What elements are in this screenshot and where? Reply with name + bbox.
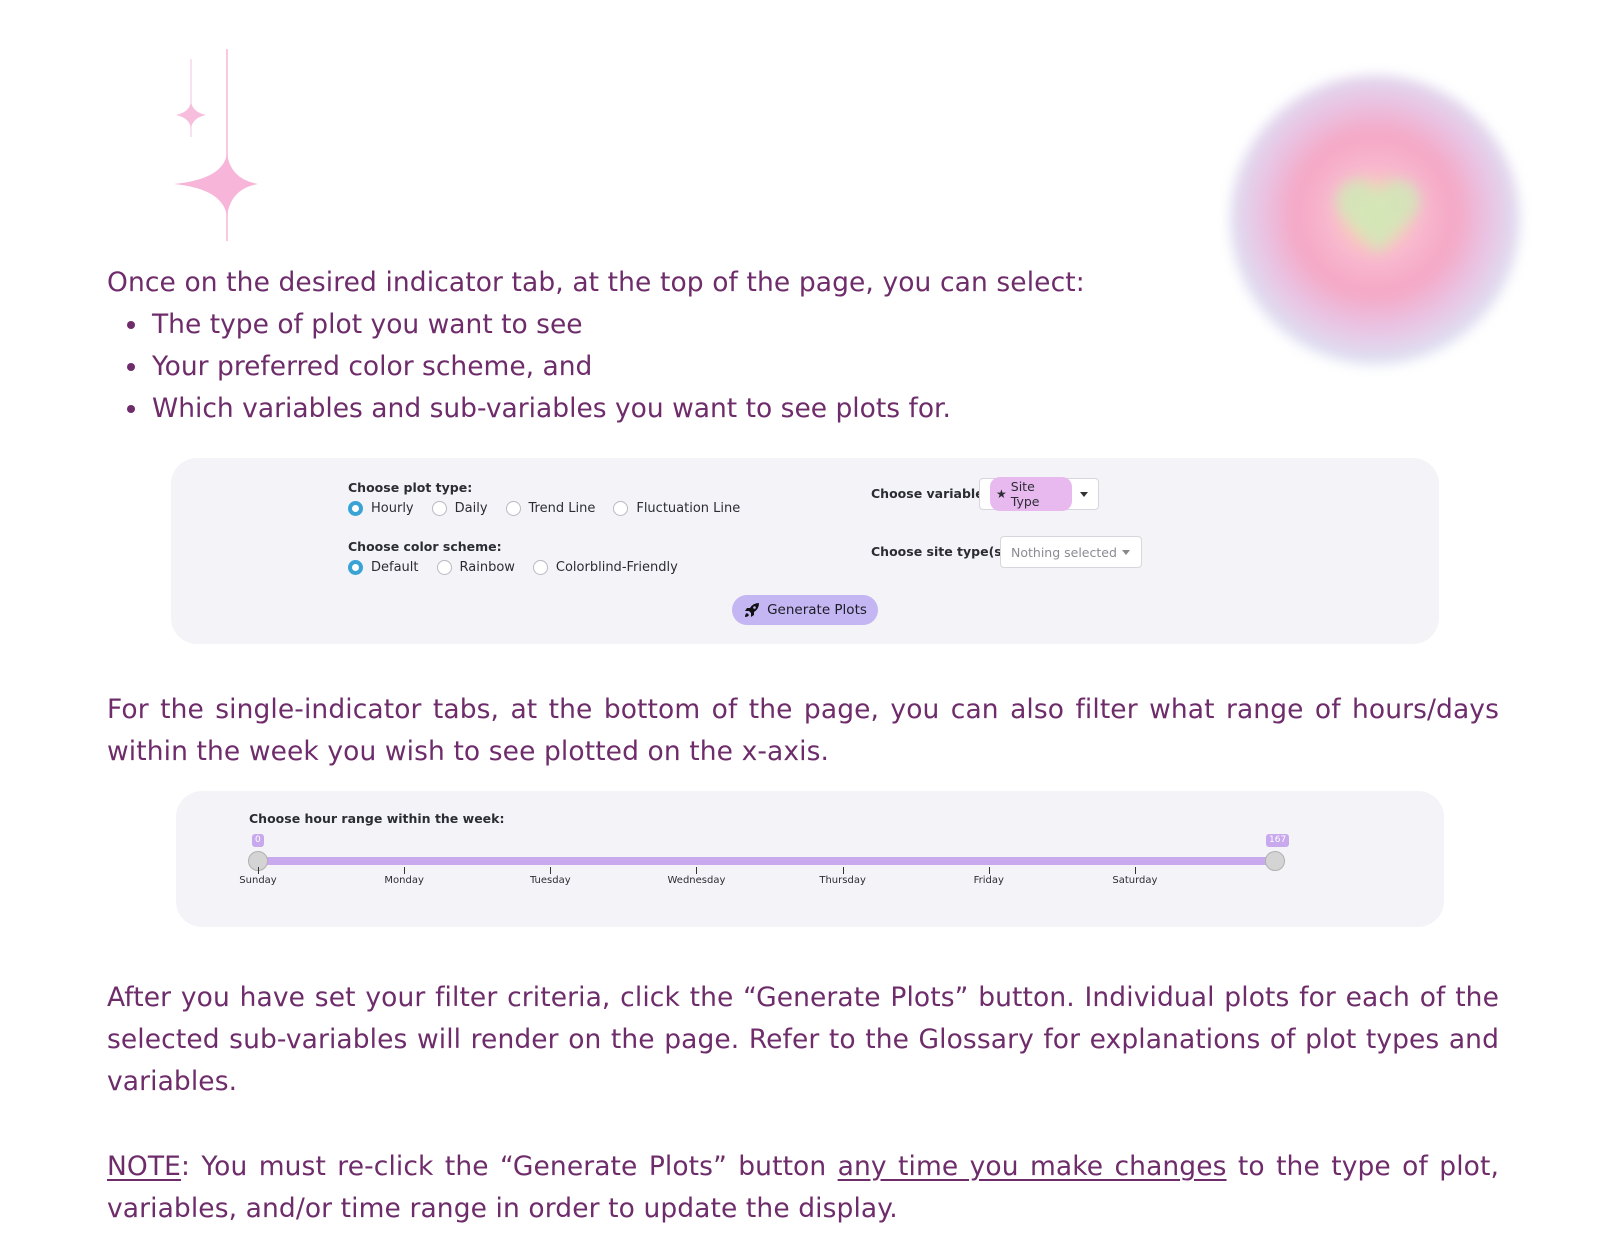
variable-label: Choose variable: <box>871 486 989 501</box>
options-list: The type of plot you want to see Your pr… <box>125 304 951 430</box>
radio-unchecked-icon <box>436 560 452 575</box>
note-text: NOTE: You must re-click the “Generate Pl… <box>107 1151 1499 1224</box>
chevron-down-icon <box>1121 549 1130 555</box>
generate-plots-button[interactable]: Generate Plots <box>732 595 878 625</box>
radio-daily[interactable]: Daily <box>431 501 488 516</box>
site-type-label: Choose site type(s): <box>871 544 1013 559</box>
radio-unchecked-icon <box>505 501 521 516</box>
slider-tick-label: Sunday <box>239 875 277 886</box>
controls-panel: Choose plot type: Hourly Daily Trend Lin… <box>171 458 1439 644</box>
slider-tick <box>696 867 698 874</box>
slider-tick <box>550 867 552 874</box>
hour-range-track[interactable] <box>258 857 1275 865</box>
heart-icon <box>1336 179 1420 253</box>
variable-select[interactable]: ★ Site Type <box>979 477 1099 511</box>
note-emphasis: any time you make changes <box>837 1151 1227 1182</box>
slider-tick-label: Monday <box>384 875 424 886</box>
slider-tick-label: Saturday <box>1112 875 1158 886</box>
radio-unchecked-icon <box>613 501 629 516</box>
note-label: NOTE <box>107 1151 182 1182</box>
radio-checked-icon <box>348 501 363 516</box>
radio-default[interactable]: Default <box>348 560 419 575</box>
slider-tick <box>404 867 406 874</box>
color-scheme-label: Choose color scheme: <box>348 539 502 554</box>
max-value-tag: 167 <box>1266 834 1290 847</box>
slider-tick <box>258 867 259 874</box>
radio-unchecked-icon <box>532 560 548 575</box>
variable-pill: ★ Site Type <box>990 477 1072 511</box>
chevron-down-icon <box>1080 491 1088 497</box>
max-handle[interactable] <box>1265 851 1285 871</box>
plot-type-radio-group: Hourly Daily Trend Line Fluctuation Line <box>348 501 758 516</box>
slider-tick <box>1134 867 1136 874</box>
star-icon: ★ <box>996 487 1007 501</box>
slider-tick <box>988 867 990 874</box>
slider-tick-label: Wednesday <box>667 875 726 886</box>
slider-tick-label: Thursday <box>819 875 866 886</box>
radio-hourly[interactable]: Hourly <box>348 501 414 516</box>
list-item: Your preferred color scheme, and <box>125 346 951 388</box>
radio-trend-line[interactable]: Trend Line <box>505 501 595 516</box>
generate-instructions-text: After you have set your filter criteria,… <box>107 982 1499 1097</box>
radio-checked-icon <box>348 560 363 575</box>
hour-range-panel: Choose hour range within the week: 0 167… <box>176 791 1444 927</box>
list-item: Which variables and sub-variables you wa… <box>125 388 951 430</box>
radio-unchecked-icon <box>431 501 447 516</box>
sparkle-icon <box>174 49 258 241</box>
site-type-select[interactable]: Nothing selected <box>1000 536 1142 568</box>
slider-tick-label: Tuesday <box>529 875 571 886</box>
plot-type-label: Choose plot type: <box>348 480 473 495</box>
list-item: The type of plot you want to see <box>125 304 951 346</box>
radio-colorblind-friendly[interactable]: Colorblind-Friendly <box>532 560 678 575</box>
color-scheme-radio-group: Default Rainbow Colorblind-Friendly <box>348 560 696 575</box>
hour-range-label: Choose hour range within the week: <box>249 811 505 826</box>
slider-tick <box>842 867 844 874</box>
min-value-tag: 0 <box>252 834 264 847</box>
range-filter-text: For the single-indicator tabs, at the bo… <box>107 694 1499 767</box>
radio-fluctuation-line[interactable]: Fluctuation Line <box>613 501 740 516</box>
rocket-icon <box>743 601 761 619</box>
radio-rainbow[interactable]: Rainbow <box>436 560 515 575</box>
intro-text: Once on the desired indicator tab, at th… <box>107 267 1085 298</box>
slider-tick-label: Friday <box>973 875 1004 886</box>
